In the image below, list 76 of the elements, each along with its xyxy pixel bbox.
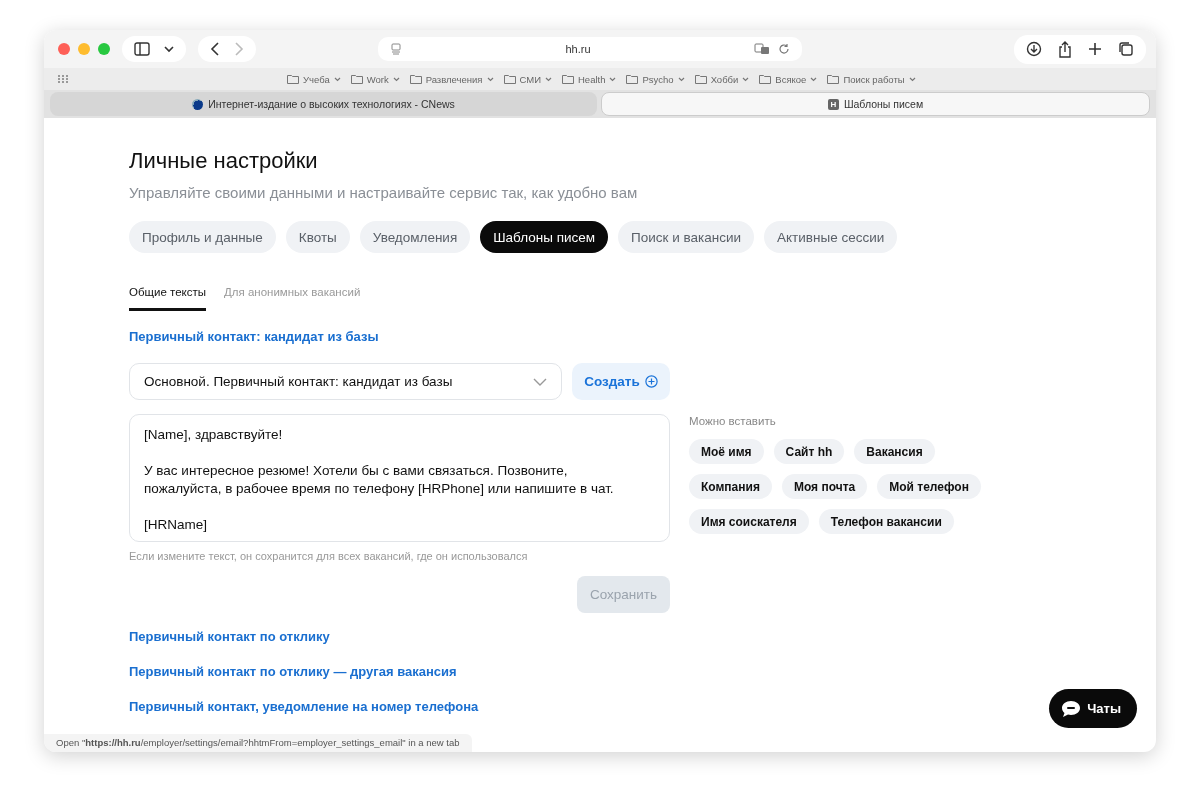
chevron-down-icon	[545, 76, 552, 82]
chevron-down-icon	[908, 76, 916, 82]
insert-label: Можно вставить	[689, 415, 777, 427]
bookmark-folder[interactable]: Work	[366, 73, 389, 85]
chevron-down-icon[interactable]	[164, 45, 174, 53]
folder-icon	[694, 74, 707, 84]
bookmark-folder[interactable]: Health	[578, 73, 606, 85]
page-title: Личные настройки	[129, 148, 319, 174]
message-field[interactable]: [Name], здравствуйте! У вас интересное резюме! Хотели бы с вами связаться. Позвоните, пожалуйста, в рабочее время по телефону [HRPhone] или напишите в чат. [HRName]	[129, 414, 670, 542]
variable-chip[interactable]: Телефон вакансии	[818, 509, 954, 534]
sub-tab[interactable]: Общие тексты	[129, 278, 206, 311]
settings-tab[interactable]: Уведомления	[359, 221, 471, 253]
create-button[interactable]: Создать	[572, 363, 670, 400]
bookmark-folder[interactable]: Учеба	[303, 73, 330, 85]
address-text: hh.ru	[564, 43, 592, 55]
folder-icon	[350, 74, 363, 84]
settings-tab[interactable]: Профиль и данные	[129, 221, 276, 253]
chevron-down-icon	[486, 76, 494, 82]
sidebar-icon[interactable]	[134, 42, 150, 56]
browser-tab[interactable]: Интернет-издание о высоких технологиях - CNews	[50, 92, 597, 116]
settings-tab[interactable]: Активные сессии	[764, 221, 898, 253]
chevron-down-icon	[609, 76, 617, 82]
template-select[interactable]: Основной. Первичный контакт: кандидат из базы	[129, 363, 562, 400]
variable-chip[interactable]: Моё имя	[689, 439, 764, 464]
bookmark-folder[interactable]: Psycho	[642, 73, 674, 85]
bookmark-folder[interactable]: Развлечения	[425, 73, 483, 85]
bookmark-folder[interactable]: СМИ	[519, 73, 541, 85]
close-button[interactable]	[58, 43, 70, 55]
browser-tab[interactable]: H Шаблоны писем	[601, 92, 1150, 116]
template-link[interactable]: Первичный контакт по отклику — другая вакансия	[129, 664, 457, 679]
plus-icon[interactable]	[1088, 42, 1102, 56]
chevron-down-icon	[810, 76, 818, 82]
chat-button[interactable]: Чаты	[1049, 689, 1137, 728]
folder-icon	[409, 74, 422, 84]
folder-icon	[827, 74, 840, 84]
page-icon	[390, 43, 402, 55]
chevron-down-icon	[742, 76, 750, 82]
settings-tab[interactable]: Поиск и вакансии	[618, 221, 755, 253]
chevron-down-icon	[333, 76, 341, 82]
chat-bubble-icon	[1061, 699, 1082, 718]
variable-chip[interactable]: Компания	[689, 474, 772, 499]
template-link[interactable]: Первичный контакт, уведомление на номер телефона	[129, 699, 479, 714]
variable-chip[interactable]: Мой телефон	[877, 474, 981, 499]
settings-tab[interactable]: Квоты	[285, 221, 350, 253]
tabs-overview-icon[interactable]	[1118, 41, 1134, 57]
folder-icon	[503, 74, 516, 84]
globe-icon	[192, 98, 204, 110]
variable-chip[interactable]: Вакансия	[854, 439, 935, 464]
back-icon[interactable]	[210, 42, 220, 56]
bookmark-folder[interactable]: Хобби	[710, 73, 739, 85]
share-icon[interactable]	[1058, 40, 1072, 58]
translate-icon[interactable]	[754, 43, 770, 55]
chevron-down-icon	[392, 76, 400, 82]
sub-tab[interactable]: Для анонимных вакансий	[224, 278, 361, 311]
hint-text: Если измените текст, он сохранится для всех вакансий, где он использовался	[129, 550, 529, 562]
status-bar-text: Open "https://hh.ru/employer/settings/email?hhtmFrom=employer_settings_email" in a new tab	[44, 734, 472, 752]
folder-icon	[759, 74, 772, 84]
address-bar[interactable]: hh.ru	[378, 37, 802, 61]
folder-icon	[562, 74, 574, 84]
bookmark-folder[interactable]: Всякое	[775, 73, 807, 85]
variable-chip[interactable]: Сайт hh	[773, 439, 845, 464]
section-link[interactable]: Первичный контакт: кандидат из базы	[129, 329, 1156, 344]
settings-tab[interactable]: Шаблоны писем	[480, 221, 609, 253]
variable-chip[interactable]: Имя соискателя	[689, 509, 809, 534]
template-link[interactable]: Первичный контакт по отклику	[129, 629, 330, 644]
download-icon[interactable]	[1026, 41, 1042, 57]
folder-icon	[626, 74, 639, 84]
folder-icon	[287, 74, 299, 84]
plus-circle-icon	[644, 375, 658, 388]
site-icon: H	[827, 98, 839, 110]
chevron-down-icon	[677, 76, 685, 82]
chevron-down-icon	[533, 377, 547, 386]
page-subtitle: Управляйте своими данными и настраивайте сервис так, как удобно вам	[129, 184, 639, 201]
reload-icon[interactable]	[778, 43, 790, 55]
bookmark-folder[interactable]: Поиск работы	[843, 73, 905, 85]
variable-chip[interactable]: Моя почта	[781, 474, 868, 499]
